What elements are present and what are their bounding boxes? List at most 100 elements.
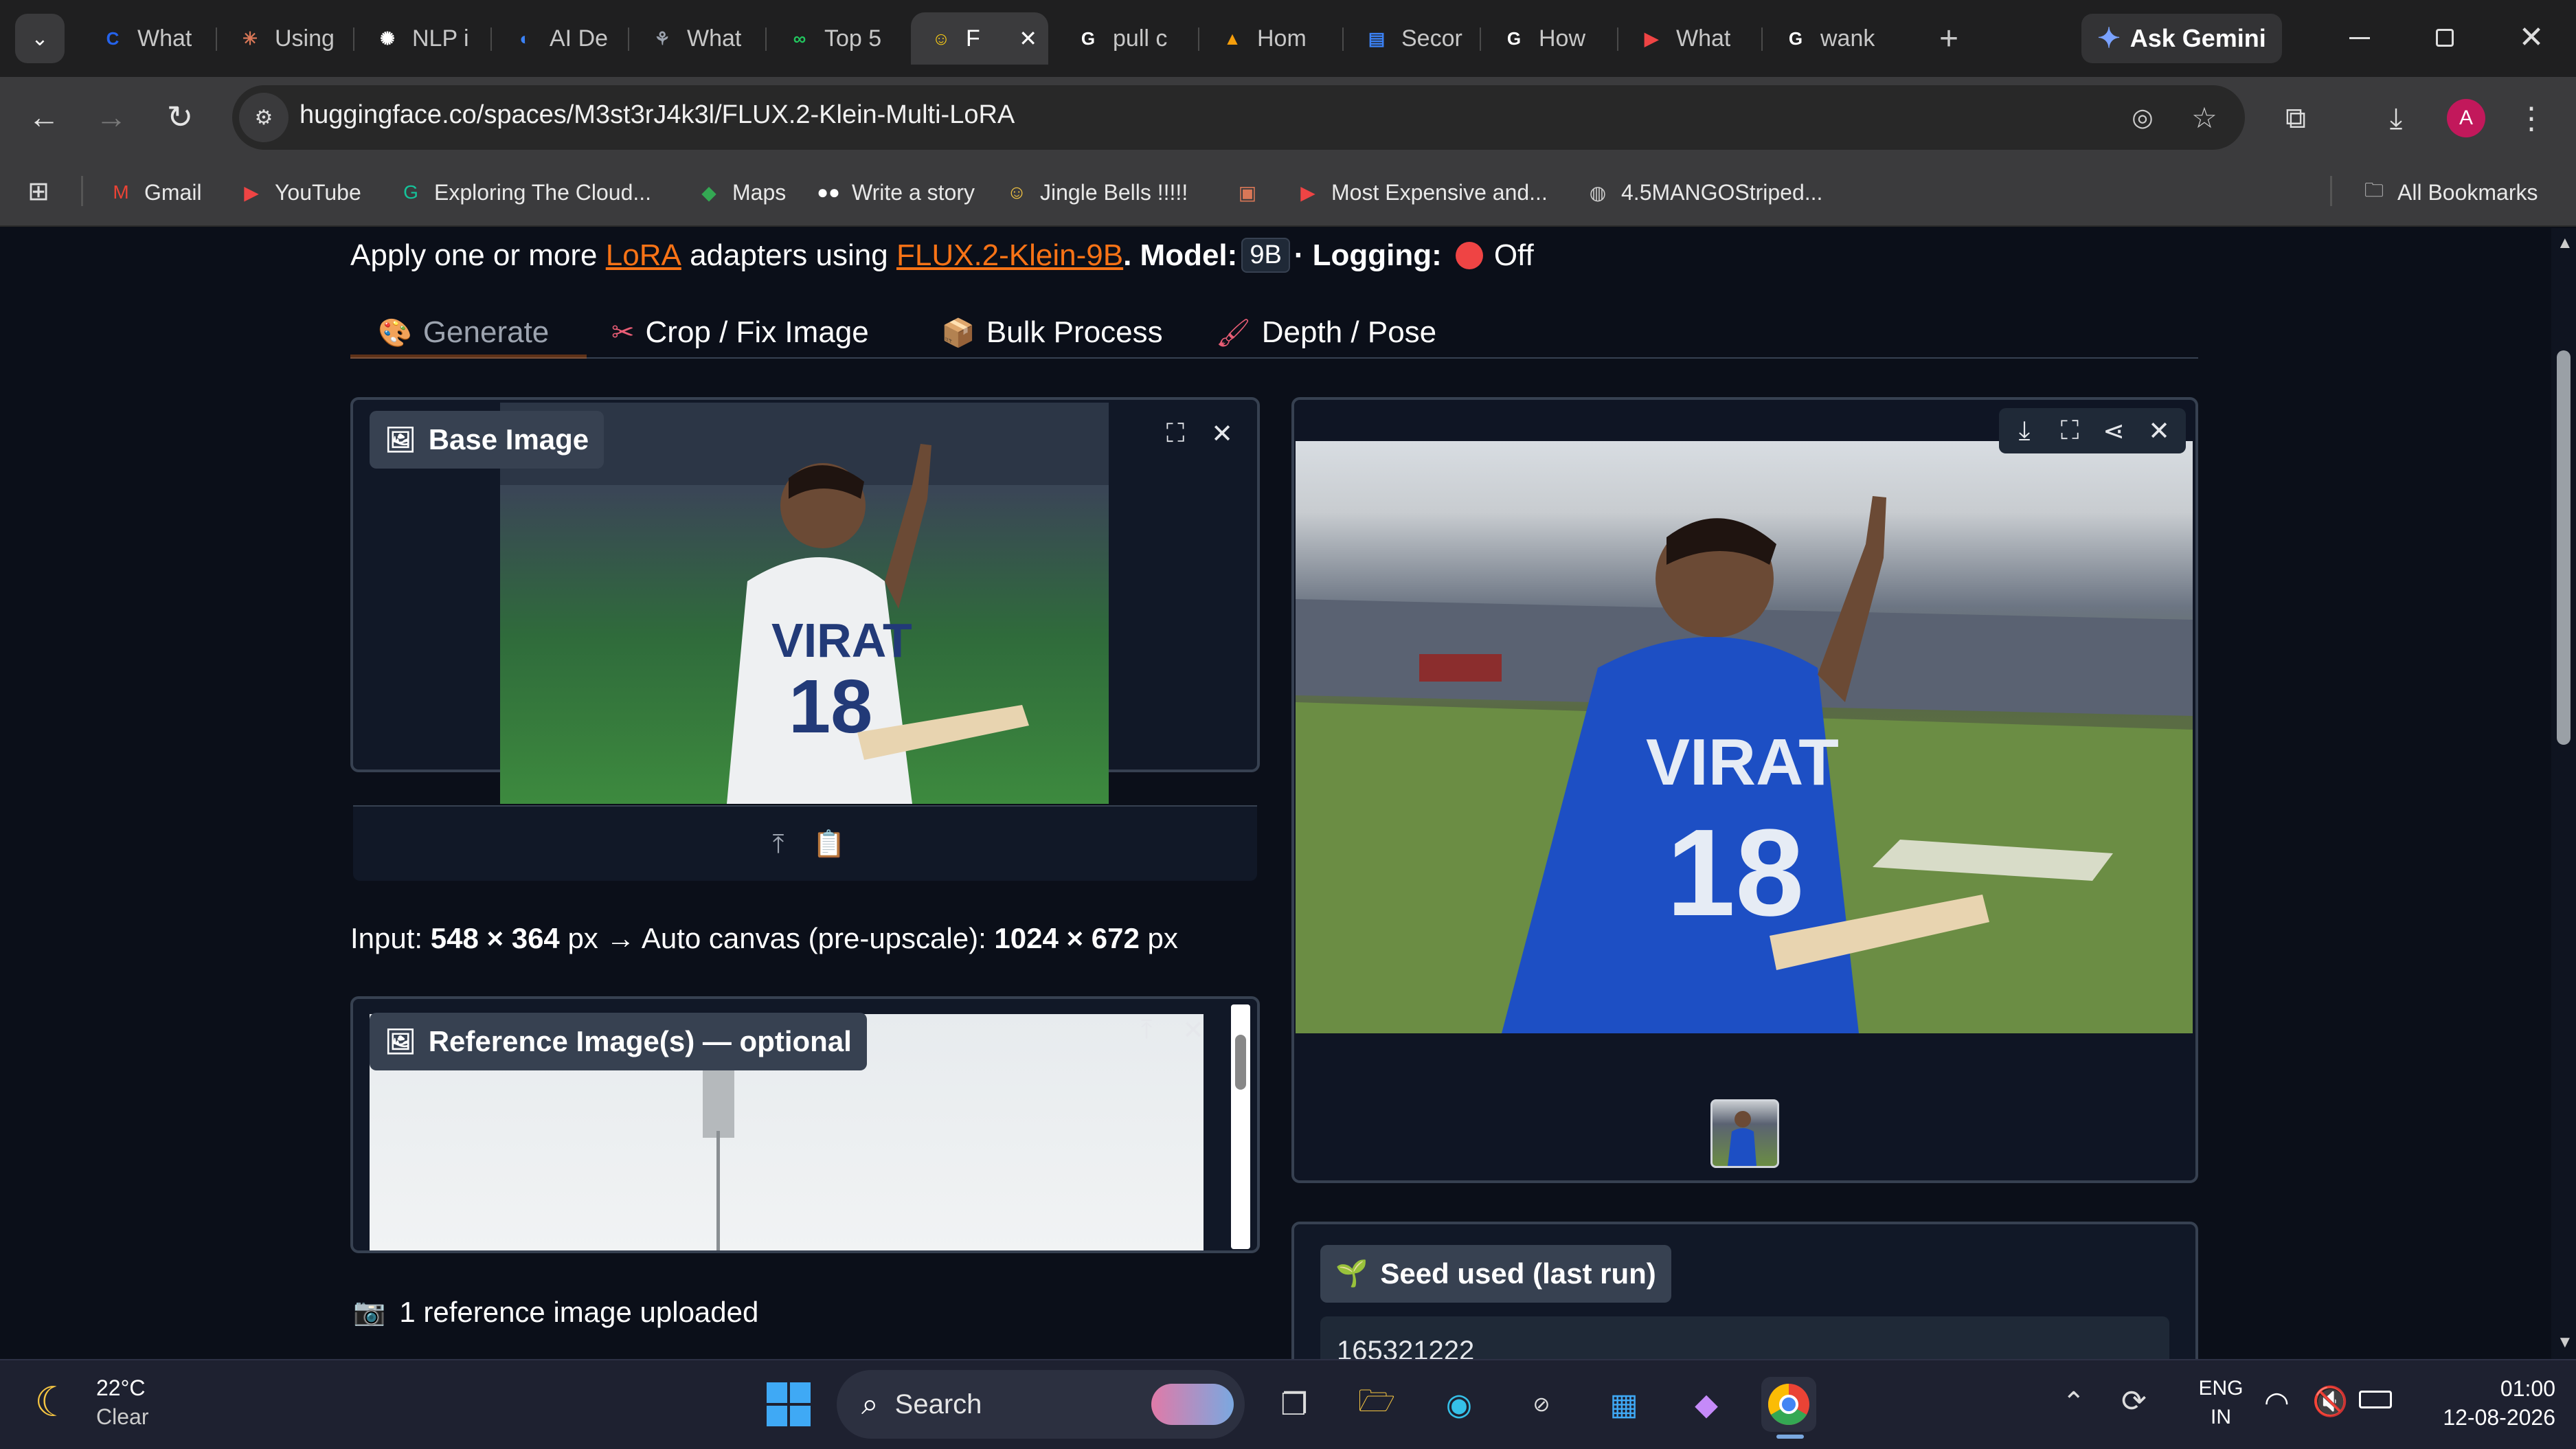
bookmark-item[interactable]: ●● Write a story bbox=[815, 175, 975, 210]
profile-avatar[interactable]: A bbox=[2447, 99, 2485, 137]
start-button[interactable] bbox=[761, 1377, 816, 1432]
language-indicator[interactable]: ENG IN bbox=[2190, 1374, 2252, 1432]
eye-off-icon[interactable]: ◎ bbox=[2123, 98, 2162, 137]
reference-upload-button[interactable]: ⤒ bbox=[1128, 1011, 1165, 1048]
close-window-button[interactable]: ✕ bbox=[2507, 18, 2555, 56]
browser-tab[interactable]: ◐ AI De bbox=[495, 12, 625, 65]
bookmark-item[interactable]: ☺ Jingle Bells !!!!! bbox=[1003, 175, 1188, 210]
browser-tab[interactable]: C What bbox=[82, 12, 213, 65]
new-tab-button[interactable]: + bbox=[1925, 14, 1973, 63]
google-icon: G bbox=[1081, 27, 1096, 49]
logging-status-dot bbox=[1455, 241, 1483, 269]
wifi-icon[interactable]: ◠ bbox=[2264, 1385, 2290, 1419]
upload-button[interactable]: ⤒ bbox=[760, 826, 797, 863]
reference-scrollbar-thumb[interactable] bbox=[1235, 1035, 1246, 1090]
clear-base-image-button[interactable]: ✕ bbox=[1204, 415, 1241, 452]
forward-button[interactable]: → bbox=[89, 95, 133, 139]
fullscreen-button[interactable]: ⛶ bbox=[1157, 415, 1194, 452]
output-thumbnail[interactable] bbox=[1710, 1099, 1779, 1168]
bookmark-item[interactable]: G Exploring The Cloud... bbox=[397, 175, 651, 210]
microsoft-store-icon[interactable]: ▦ bbox=[1596, 1377, 1651, 1432]
medium-icon: ●● bbox=[817, 181, 840, 203]
copilot-icon: ◐ bbox=[519, 27, 530, 49]
tab-crop-fix-image[interactable]: ✂ Crop / Fix Image bbox=[611, 306, 869, 359]
close-tab-icon[interactable]: ✕ bbox=[1019, 25, 1037, 52]
task-view-icon[interactable]: ❐ bbox=[1267, 1377, 1322, 1432]
browser-tab[interactable]: ✳ Using bbox=[220, 12, 350, 65]
output-fullscreen-button[interactable]: ⛶ bbox=[2051, 412, 2088, 449]
tab-generate[interactable]: 🎨 Generate bbox=[378, 306, 549, 359]
paste-button[interactable]: 📋 bbox=[811, 826, 848, 863]
bookmark-label: Most Expensive and... bbox=[1331, 179, 1548, 205]
reference-image-label: 🖼 Reference Image(s) — optional bbox=[370, 1013, 867, 1070]
browser-tab[interactable]: Gwank bbox=[1765, 12, 1910, 65]
output-share-button[interactable]: ⋖ bbox=[2095, 412, 2132, 449]
clock[interactable]: 01:00 12-08-2026 bbox=[2418, 1374, 2555, 1432]
page-scrollbar-track[interactable]: ▲ ▼ bbox=[2551, 228, 2576, 1359]
base-image-actions bbox=[353, 805, 1257, 881]
arrow-left-icon: ← bbox=[28, 99, 60, 135]
dell-icon[interactable]: ⊘ bbox=[1514, 1377, 1569, 1432]
seed-label-text: Seed used (last run) bbox=[1380, 1257, 1656, 1290]
page-scrollbar-thumb[interactable] bbox=[2557, 350, 2571, 745]
site-info-button[interactable]: ⚙ bbox=[239, 93, 289, 142]
browser-tab[interactable]: G How bbox=[1484, 12, 1614, 65]
ask-gemini-button[interactable]: ✦ Ask Gemini bbox=[2081, 14, 2282, 63]
close-icon: ✕ bbox=[1182, 1015, 1204, 1045]
grammarly-icon: G bbox=[403, 181, 418, 203]
bookmark-item[interactable]: M Gmail bbox=[107, 175, 201, 210]
bookmark-item[interactable]: ▶ YouTube bbox=[238, 175, 361, 210]
browser-tab[interactable]: ▤ Secor bbox=[1346, 12, 1477, 65]
bookmark-star-icon[interactable]: ☆ bbox=[2184, 98, 2224, 137]
gmail-icon: M bbox=[113, 181, 129, 203]
bookmark-item[interactable]: ▣ bbox=[1234, 175, 1271, 210]
address-bar[interactable]: ⚙ huggingface.co/spaces/M3st3rJ4k3l/FLUX… bbox=[232, 85, 2245, 150]
scroll-up-arrow-icon[interactable]: ▲ bbox=[2557, 234, 2573, 253]
copilot-icon[interactable]: ◆ bbox=[1679, 1377, 1734, 1432]
tab-bulk-process[interactable]: 📦 Bulk Process bbox=[941, 306, 1163, 359]
url-text[interactable]: huggingface.co/spaces/M3st3rJ4k3l/FLUX.2… bbox=[300, 100, 1015, 130]
bookmark-item[interactable]: ▶ Most Expensive and... bbox=[1294, 175, 1548, 210]
browser-tab[interactable]: ▶ What bbox=[1621, 12, 1759, 65]
download-icon[interactable]: ⤓ bbox=[2374, 96, 2418, 140]
tab-separator bbox=[490, 27, 492, 51]
browser-tab[interactable]: ⚘ What bbox=[632, 12, 762, 65]
bookmark-label: 4.5MANGOStriped... bbox=[1621, 179, 1823, 205]
reload-button[interactable]: ↻ bbox=[158, 95, 202, 139]
chrome-icon[interactable] bbox=[1761, 1377, 1816, 1432]
minimize-button[interactable] bbox=[2336, 21, 2384, 55]
battery-icon[interactable] bbox=[2359, 1391, 2392, 1408]
output-clear-button[interactable]: ✕ bbox=[2140, 412, 2178, 449]
reference-clear-button[interactable]: ✕ bbox=[1175, 1011, 1212, 1048]
bookmark-item[interactable]: ◍ 4.5MANGOStriped... bbox=[1584, 175, 1823, 210]
tab-search-button[interactable]: ⌄ bbox=[15, 14, 65, 63]
edge-icon[interactable]: ◉ bbox=[1432, 1377, 1487, 1432]
tab-depth-pose[interactable]: 🖌 Depth / Pose bbox=[1216, 306, 1436, 359]
logging-label: · Logging: bbox=[1293, 238, 1442, 272]
seed-value-field[interactable]: 165321222 bbox=[1320, 1316, 2169, 1359]
reference-scrollbar-track[interactable] bbox=[1231, 1004, 1250, 1249]
tray-overflow-icon[interactable]: ⌃ bbox=[2062, 1386, 2086, 1418]
browser-tab[interactable]: ▲ Hom bbox=[1202, 12, 1340, 65]
file-explorer-icon[interactable]: 🗁 bbox=[1349, 1377, 1404, 1432]
restore-button[interactable] bbox=[2421, 21, 2469, 55]
browser-tab[interactable]: ∞ Top 5 bbox=[769, 12, 900, 65]
output-image[interactable]: VIRAT 18 bbox=[1296, 441, 2193, 1033]
weather-widget[interactable]: ☾ 22°C Clear bbox=[34, 1371, 172, 1437]
scroll-down-arrow-icon[interactable]: ▼ bbox=[2557, 1333, 2573, 1352]
model-link[interactable]: FLUX.2-Klein-9B bbox=[896, 238, 1123, 273]
lora-link[interactable]: LoRA bbox=[606, 238, 681, 273]
taskbar-search[interactable]: ⌕ Search bbox=[837, 1370, 1245, 1439]
all-bookmarks-button[interactable]: 🗀 All Bookmarks bbox=[2360, 175, 2538, 210]
browser-tab[interactable]: ✺ NLP i bbox=[357, 12, 488, 65]
output-download-button[interactable]: ⤓ bbox=[2006, 412, 2043, 449]
browser-tab[interactable]: ☺ F ✕ bbox=[911, 12, 1048, 65]
apps-grid-icon[interactable]: ⊞ bbox=[21, 173, 56, 209]
browser-tab[interactable]: Gpull c bbox=[1058, 12, 1195, 65]
back-button[interactable]: ← bbox=[22, 95, 66, 139]
sync-icon[interactable]: ⟳ bbox=[2121, 1384, 2147, 1419]
extensions-icon[interactable]: ⧉ bbox=[2274, 96, 2318, 140]
menu-kebab-icon[interactable]: ⋮ bbox=[2514, 96, 2549, 140]
mute-icon[interactable]: 🔇 bbox=[2312, 1385, 2348, 1419]
bookmark-item[interactable]: ◆ Maps bbox=[695, 175, 786, 210]
